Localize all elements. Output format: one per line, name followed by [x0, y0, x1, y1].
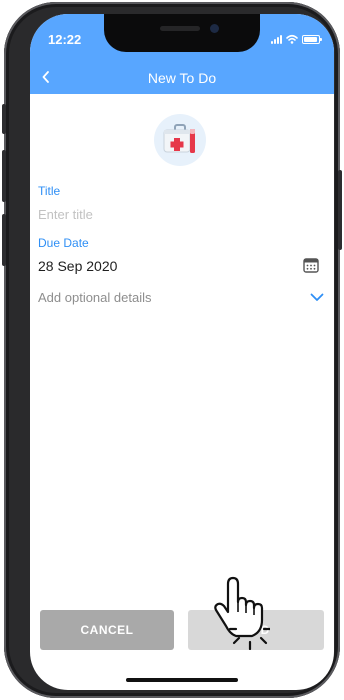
- optional-details-label: Add optional details: [38, 290, 152, 305]
- first-aid-kit-icon: [163, 124, 195, 153]
- title-label: Title: [38, 184, 61, 198]
- battery-icon: [302, 35, 322, 44]
- due-date-label: Due Date: [38, 236, 89, 250]
- chevron-down-icon: [310, 293, 324, 301]
- front-camera: [210, 24, 219, 33]
- stage: 12:22 New To Do Title Enter title Due Da…: [0, 0, 344, 700]
- power-button: [338, 170, 342, 250]
- page-title: New To Do: [147, 70, 217, 86]
- speaker-grille: [160, 26, 200, 31]
- due-date-value[interactable]: 28 Sep 2020: [38, 258, 117, 274]
- cancel-button[interactable]: CANCEL: [40, 610, 174, 650]
- optional-details-toggle[interactable]: Add optional details: [38, 288, 328, 310]
- phone-screen: 12:22 New To Do Title Enter title Due Da…: [30, 14, 334, 690]
- app-icon: [154, 114, 206, 166]
- status-time: 12:22: [48, 32, 82, 47]
- wifi-icon: [286, 34, 298, 44]
- status-icons: [271, 34, 322, 44]
- signal-icon: [271, 34, 282, 44]
- app-header: 12:22 New To Do: [30, 14, 334, 94]
- calendar-icon[interactable]: [302, 256, 320, 274]
- volume-down-button: [2, 214, 6, 266]
- volume-up-button: [2, 150, 6, 202]
- title-input[interactable]: [38, 204, 318, 224]
- tap-hand-pointer-icon: [214, 576, 270, 650]
- mute-switch: [2, 104, 6, 134]
- home-indicator: [126, 678, 238, 682]
- notch: [104, 14, 260, 52]
